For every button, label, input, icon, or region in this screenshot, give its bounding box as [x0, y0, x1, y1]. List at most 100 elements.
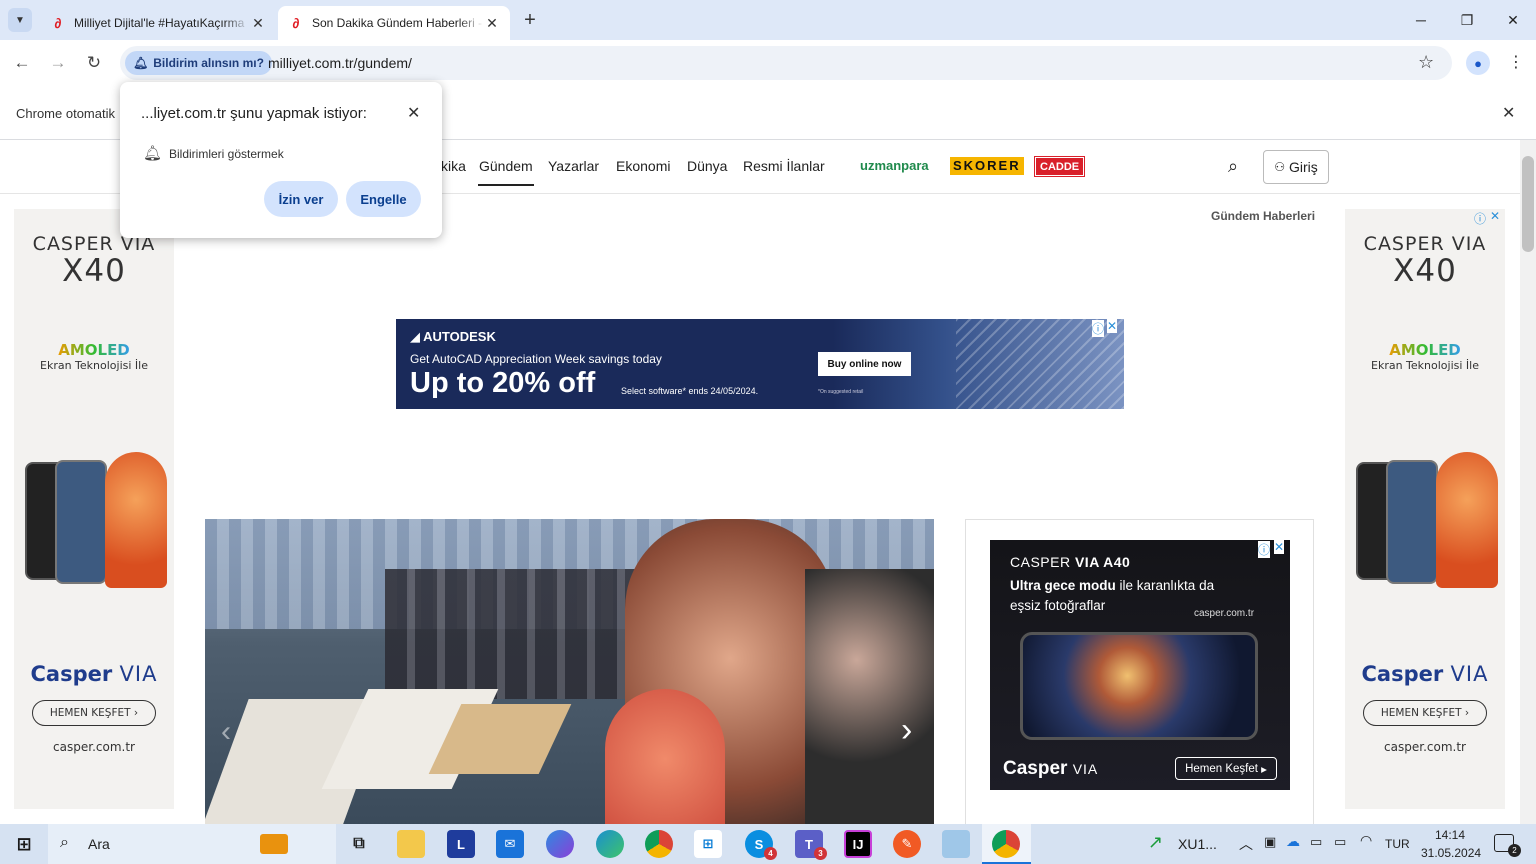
close-tab-icon[interactable]: ✕ — [484, 15, 500, 32]
reload-button[interactable]: ↻ — [79, 48, 109, 78]
web-page: kika Gündem Yazarlar Ekonomi Dünya Resmi… — [0, 140, 1520, 824]
mail-icon[interactable]: ✉ — [496, 830, 524, 858]
restore-button[interactable]: ❐ — [1444, 0, 1490, 40]
l-app-icon[interactable]: L — [447, 830, 475, 858]
clock-time[interactable]: 14:14 — [1435, 828, 1465, 842]
ad-close-icon[interactable]: ✕ — [1274, 540, 1285, 554]
minimize-button[interactable]: ─ — [1398, 0, 1444, 40]
allow-button[interactable]: İzin ver — [264, 181, 338, 217]
close-window-button[interactable]: ✕ — [1490, 0, 1536, 40]
task-view-icon[interactable]: ⧉ — [345, 830, 373, 858]
uzmanpara-logo[interactable]: uzmanpara — [860, 158, 929, 173]
block-button[interactable]: Engelle — [346, 181, 421, 217]
scrollbar-thumb[interactable] — [1522, 156, 1534, 252]
chevron-up-icon[interactable]: ︿ — [1239, 834, 1253, 854]
tab-gundem[interactable]: ∂ Son Dakika Gündem Haberleri - S ✕ — [278, 6, 510, 40]
ad-model: X40 — [62, 253, 126, 289]
nav-gundem[interactable]: Gündem — [479, 158, 533, 174]
display-icon[interactable]: ▭ — [1310, 834, 1322, 850]
taskbar-search-box[interactable]: ⌕ Ara — [48, 824, 336, 864]
ad-cta-button[interactable]: HEMEN KEŞFET › — [32, 700, 156, 726]
adchoices-icon[interactable]: ⓘ — [1474, 210, 1486, 227]
close-tab-icon[interactable]: ✕ — [250, 15, 266, 32]
skorer-logo[interactable]: SKORER — [950, 157, 1024, 175]
nav-dunya[interactable]: Dünya — [687, 158, 727, 174]
briefcase-icon — [260, 834, 288, 854]
meet-icon[interactable]: ▣ — [1264, 834, 1276, 850]
a40-line2: eşsiz fotoğraflar — [1010, 598, 1106, 613]
ad-tech-sub: Ekran Teknolojisi İle — [1371, 359, 1479, 372]
popup-title: ...liyet.com.tr şunu yapmak istiyor: — [141, 105, 367, 122]
battery-icon[interactable]: ▭ — [1334, 834, 1346, 850]
popup-close-icon[interactable]: ✕ — [407, 103, 420, 123]
file-explorer-icon[interactable] — [397, 830, 425, 858]
buy-online-button[interactable]: Buy online now — [818, 352, 911, 376]
banner-headline: Up to 20% off — [410, 367, 596, 399]
section-label: Gündem Haberleri — [1211, 209, 1316, 223]
tab-search-button[interactable]: ▼ — [8, 8, 32, 32]
infobar-close-icon[interactable]: ✕ — [1502, 103, 1515, 123]
copilot-icon[interactable] — [546, 830, 574, 858]
a40-cta-button[interactable]: Hemen Keşfet ▸ — [1175, 757, 1277, 780]
teams-icon[interactable]: T3 — [795, 830, 827, 860]
news-slider-image[interactable]: ‹ › — [205, 519, 934, 824]
search-icon[interactable]: ⌕ — [1228, 156, 1238, 177]
tab-milliyet-dijital[interactable]: ∂ Milliyet Dijital'le #HayatıKaçırma ✕ — [40, 6, 276, 40]
chrome-active-taskbar-item[interactable] — [982, 824, 1031, 864]
adchoices-icon[interactable]: ⓘ — [1258, 541, 1271, 558]
right-casper-ad[interactable]: CASPER VIA X40 AMOLED Ekran Teknolojisi … — [1345, 209, 1505, 809]
permission-chip-label: Bildirim alınsın mı? — [153, 56, 264, 70]
login-button[interactable]: ⚇ Giriş — [1263, 150, 1329, 184]
intellij-icon[interactable]: IJ — [844, 830, 872, 858]
stock-ticker[interactable]: XU1... — [1178, 836, 1217, 852]
forward-button[interactable]: → — [43, 48, 73, 78]
search-icon: ⌕ — [60, 834, 69, 851]
profile-avatar[interactable]: ● — [1466, 51, 1490, 75]
cadde-logo[interactable]: CADDE — [1033, 156, 1086, 177]
clock-date[interactable]: 31.05.2024 — [1421, 846, 1481, 860]
casper-a40-ad[interactable]: CASPER VIA A40 Ultra gece modu ile karan… — [990, 540, 1290, 790]
bookmark-star-icon[interactable]: ☆ — [1418, 52, 1434, 73]
autodesk-banner-ad[interactable]: ◢ AUTODESK Get AutoCAD Appreciation Week… — [396, 319, 1124, 409]
woman-portrait — [805, 569, 934, 824]
a40-brand: Casper VIA — [1003, 758, 1099, 779]
browser-toolbar: ← → ↻ 🔔︎ Bildirim alınsın mı? milliyet.c… — [0, 40, 1536, 86]
chrome-icon[interactable] — [645, 830, 673, 858]
ad-tech: AMOLED — [14, 341, 174, 359]
ad-close-icon[interactable]: ✕ — [1490, 209, 1500, 223]
ad-site: casper.com.tr — [53, 740, 135, 754]
ad-cta-button[interactable]: HEMEN KEŞFET › — [1363, 700, 1487, 726]
stock-chart-icon[interactable]: ↗ — [1148, 832, 1163, 853]
a40-title: CASPER VIA A40 — [1010, 554, 1131, 570]
notes-icon[interactable] — [942, 830, 970, 858]
back-button[interactable]: ← — [7, 48, 37, 78]
menu-kebab-icon[interactable]: ⋮ — [1508, 52, 1524, 72]
infobar-text: Chrome otomatik — [16, 106, 115, 121]
address-bar[interactable]: 🔔︎ Bildirim alınsın mı? milliyet.com.tr/… — [120, 46, 1452, 80]
new-tab-button[interactable]: + — [518, 8, 542, 32]
paint-icon[interactable]: ✎ — [893, 830, 921, 858]
nav-ekonomi[interactable]: Ekonomi — [616, 158, 670, 174]
autodesk-logo: ◢ AUTODESK — [410, 329, 496, 344]
language-indicator[interactable]: TUR — [1385, 837, 1410, 851]
adchoices-icon[interactable]: ⓘ — [1092, 320, 1105, 337]
nav-resmi-ilanlar[interactable]: Resmi İlanlar — [743, 158, 825, 174]
ad-close-icon[interactable]: ✕ — [1107, 319, 1118, 333]
left-casper-ad[interactable]: CASPER VIA X40 AMOLED Ekran Teknolojisi … — [14, 209, 174, 809]
edge-icon[interactable] — [596, 830, 624, 858]
slider-next-icon[interactable]: › — [901, 711, 912, 750]
bell-icon: 🔔︎ — [143, 145, 163, 162]
windows-start-icon[interactable]: ⊞ — [10, 830, 38, 858]
wifi-icon[interactable]: ◠ — [1360, 832, 1372, 849]
slider-prev-icon[interactable]: ‹ — [221, 715, 231, 749]
onedrive-icon[interactable]: ☁ — [1286, 833, 1300, 850]
milliyet-favicon-icon: ∂ — [54, 15, 62, 31]
store-icon[interactable]: ⊞ — [694, 830, 722, 858]
notification-permission-chip[interactable]: 🔔︎ Bildirim alınsın mı? — [125, 51, 272, 75]
nav-son-dakika[interactable]: kika — [441, 158, 466, 174]
nav-yazarlar[interactable]: Yazarlar — [548, 158, 599, 174]
notification-center-icon[interactable]: 2 — [1494, 834, 1521, 857]
url-text[interactable]: milliyet.com.tr/gundem/ — [268, 55, 412, 71]
ad-brand: Casper VIA — [1361, 662, 1489, 686]
skype-icon[interactable]: S4 — [745, 830, 777, 860]
